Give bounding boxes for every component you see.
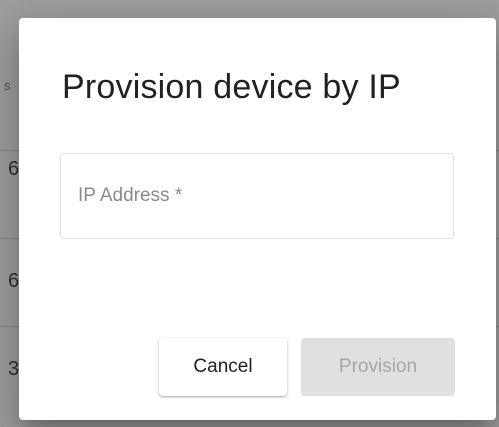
dialog-actions: Cancel Provision [159,338,455,396]
ip-address-field[interactable] [60,153,454,239]
ip-address-input[interactable] [61,154,453,238]
provision-device-dialog: Provision device by IP Cancel Provision [19,18,496,420]
provision-button[interactable]: Provision [301,338,455,396]
dialog-title: Provision device by IP [62,68,401,106]
cancel-button[interactable]: Cancel [159,338,287,396]
